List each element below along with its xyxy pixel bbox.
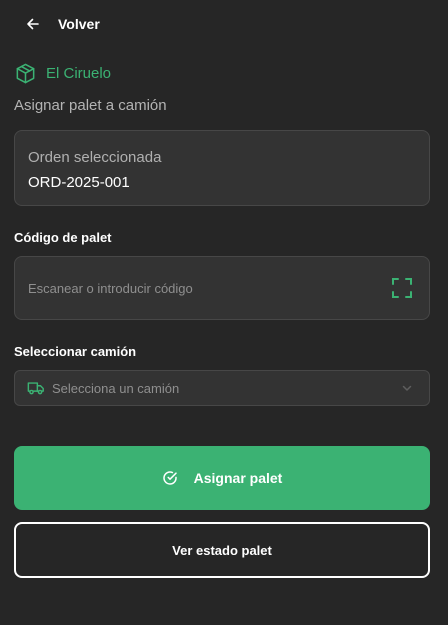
pallet-code-label: Código de palet xyxy=(14,230,112,245)
selected-order-value: ORD-2025-001 xyxy=(28,174,130,191)
truck-select-label: Seleccionar camión xyxy=(14,344,137,359)
pallet-code-input[interactable] xyxy=(28,280,368,296)
selected-order-card: Orden seleccionada ORD-2025-001 xyxy=(14,130,430,206)
back-label: Volver xyxy=(58,16,100,32)
package-icon xyxy=(16,63,35,84)
brand-name: El Ciruelo xyxy=(46,65,112,82)
truck-select-placeholder: Selecciona un camión xyxy=(52,380,180,396)
truck-select[interactable]: Selecciona un camión xyxy=(14,370,430,406)
pallet-code-field xyxy=(14,256,430,320)
scan-icon[interactable] xyxy=(391,277,413,299)
top-bar: Volver xyxy=(0,0,448,48)
check-circle-icon xyxy=(162,471,177,485)
selected-order-label: Orden seleccionada xyxy=(28,149,162,166)
arrow-left-icon xyxy=(27,18,39,30)
truck-icon xyxy=(27,382,44,395)
page-subtitle: Asignar palet a camión xyxy=(14,97,167,114)
assign-pallet-button[interactable]: Asignar palet xyxy=(14,446,430,510)
brand: El Ciruelo xyxy=(14,62,111,85)
view-pallet-status-button[interactable]: Ver estado palet xyxy=(14,522,430,578)
view-pallet-status-label: Ver estado palet xyxy=(172,542,272,558)
back-button[interactable]: Volver xyxy=(25,16,100,32)
assign-pallet-label: Asignar palet xyxy=(193,470,283,486)
chevron-down-icon xyxy=(402,385,412,391)
